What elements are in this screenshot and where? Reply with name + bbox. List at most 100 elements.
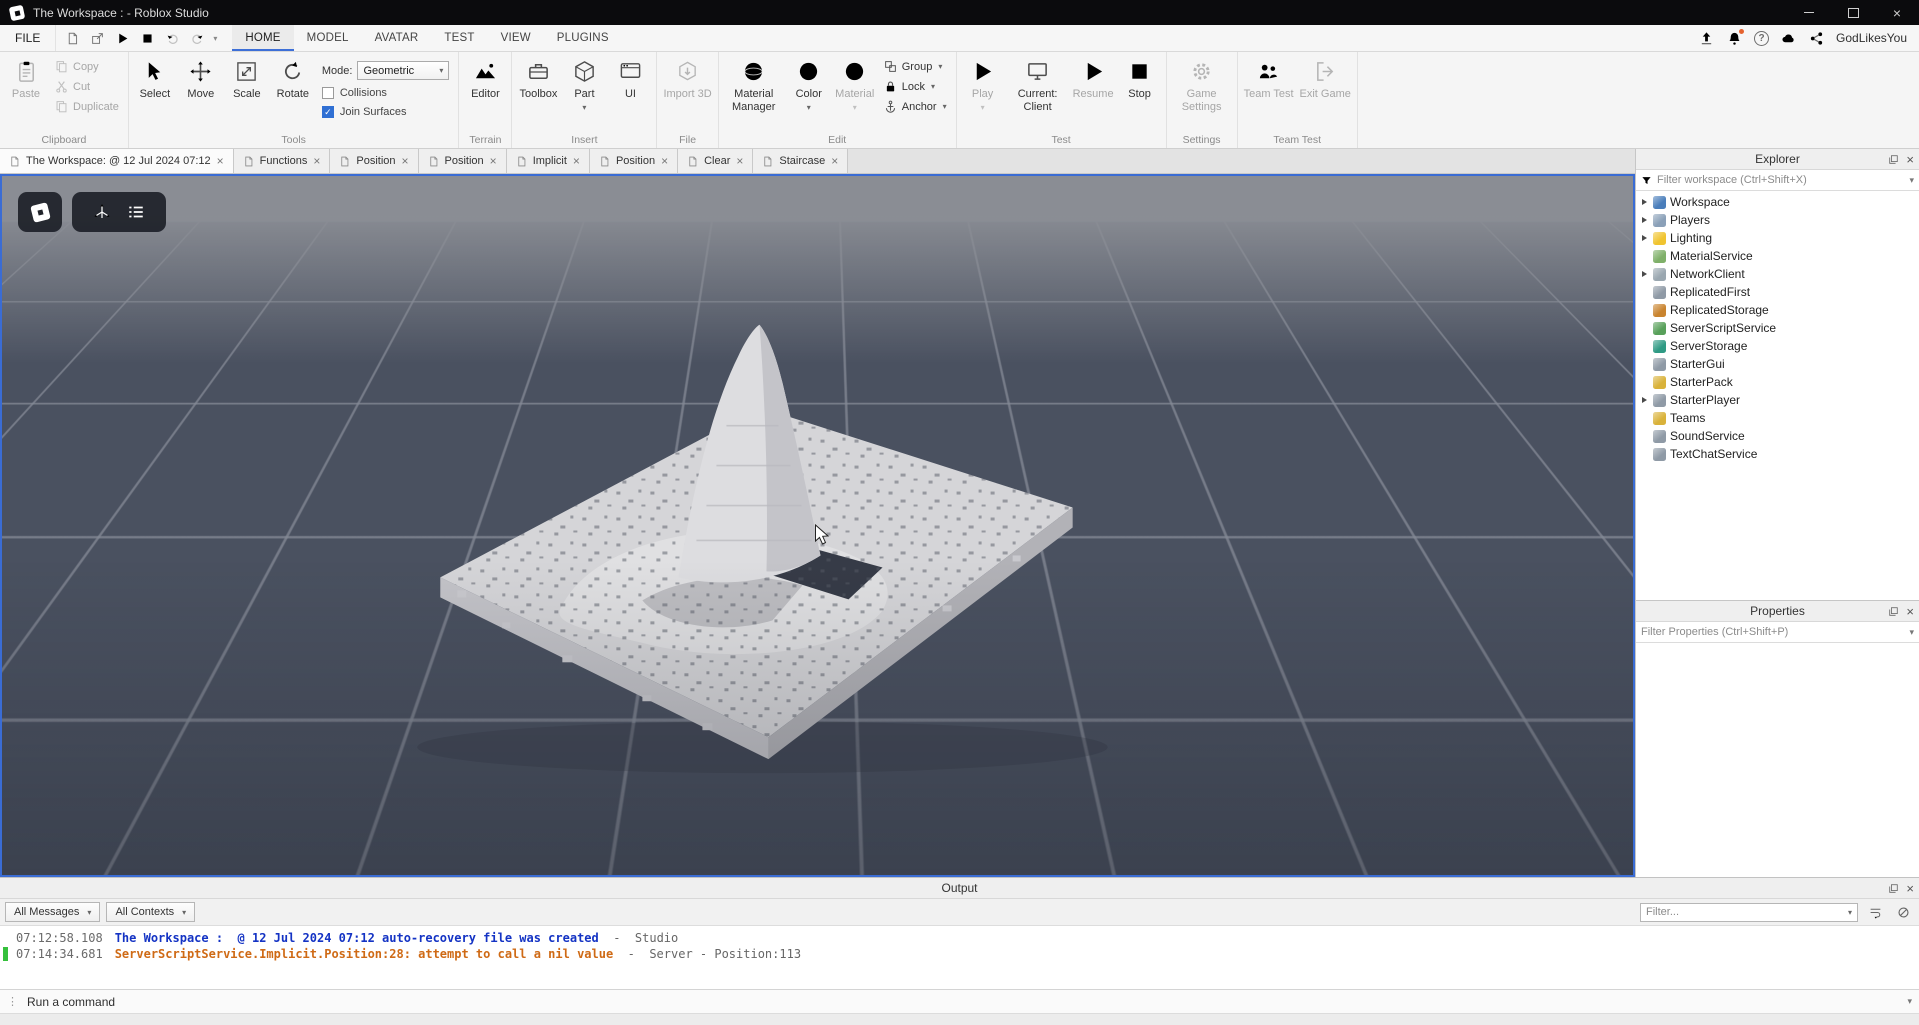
stop-quick-icon[interactable] xyxy=(135,27,159,49)
tree-item[interactable]: StarterPack xyxy=(1636,373,1919,391)
close-tab-icon[interactable]: × xyxy=(573,154,580,168)
import-3d-button[interactable]: Import 3D xyxy=(660,52,714,101)
publish-icon[interactable] xyxy=(1698,30,1715,47)
all-messages-dropdown[interactable]: All Messages ▾ xyxy=(5,902,101,922)
tree-item[interactable]: Workspace xyxy=(1636,193,1919,211)
properties-filter-input[interactable] xyxy=(1641,626,1905,638)
paste-button[interactable]: Paste xyxy=(3,52,49,101)
team-test-button[interactable]: Team Test xyxy=(1241,52,1297,101)
mode-dropdown[interactable]: Geometric ▾ xyxy=(357,61,450,80)
expand-arrow-icon[interactable] xyxy=(1640,199,1649,205)
play-quick-icon[interactable] xyxy=(110,27,134,49)
qat-customize-chevron-icon[interactable]: ▾ xyxy=(210,34,220,43)
open-icon[interactable] xyxy=(85,27,109,49)
chevron-down-icon[interactable]: ▾ xyxy=(943,102,947,111)
document-tab[interactable]: Staircase × xyxy=(753,149,849,173)
roblox-menu-button[interactable] xyxy=(18,192,62,232)
notifications-bell-icon[interactable] xyxy=(1726,28,1745,47)
ribbon-tab[interactable]: HOME xyxy=(232,25,294,51)
username-label[interactable]: GodLikesYou xyxy=(1836,31,1907,45)
close-panel-icon[interactable]: × xyxy=(1906,152,1914,167)
tree-item[interactable]: Players xyxy=(1636,211,1919,229)
copy-button[interactable]: Copy xyxy=(51,59,123,74)
close-tab-icon[interactable]: × xyxy=(490,154,497,168)
toolbox-button[interactable]: Toolbox xyxy=(515,52,561,101)
material-manager-button[interactable]: Material Manager xyxy=(722,52,786,113)
lock-button[interactable]: Lock ▾ xyxy=(880,79,951,94)
ribbon-tab[interactable]: PLUGINS xyxy=(544,25,622,51)
close-panel-icon[interactable]: × xyxy=(1906,604,1914,619)
tree-item[interactable]: StarterGui xyxy=(1636,355,1919,373)
float-panel-icon[interactable] xyxy=(1888,883,1899,894)
duplicate-button[interactable]: Duplicate xyxy=(51,99,123,114)
ribbon-tab[interactable]: AVATAR xyxy=(362,25,432,51)
tree-item[interactable]: ReplicatedFirst xyxy=(1636,283,1919,301)
close-tab-icon[interactable]: × xyxy=(831,154,838,168)
chevron-down-icon[interactable]: ▾ xyxy=(1848,908,1852,917)
group-button[interactable]: Group ▾ xyxy=(880,59,951,74)
new-script-icon[interactable] xyxy=(60,27,84,49)
close-tab-icon[interactable]: × xyxy=(402,154,409,168)
chevron-down-icon[interactable]: ▾ xyxy=(582,103,586,112)
close-tab-icon[interactable]: × xyxy=(313,154,320,168)
properties-header[interactable]: Properties × xyxy=(1636,601,1919,622)
output-filter-input[interactable] xyxy=(1646,906,1844,918)
chevron-down-icon[interactable]: ▾ xyxy=(1909,627,1914,638)
chevron-down-icon[interactable]: ▾ xyxy=(853,103,857,112)
ui-button[interactable]: UI xyxy=(607,52,653,101)
viewport-3d[interactable] xyxy=(0,174,1635,877)
close-tab-icon[interactable]: × xyxy=(736,154,743,168)
redo-icon[interactable] xyxy=(185,27,209,49)
share-icon[interactable] xyxy=(1808,30,1825,47)
terrain-editor-button[interactable]: Editor xyxy=(462,52,508,101)
float-panel-icon[interactable] xyxy=(1888,606,1899,617)
command-input[interactable] xyxy=(27,994,1899,1009)
document-tab[interactable]: Position × xyxy=(418,149,507,173)
expand-arrow-icon[interactable] xyxy=(1640,397,1649,403)
resume-button[interactable]: Resume xyxy=(1070,52,1117,101)
help-icon[interactable]: ? xyxy=(1754,30,1770,46)
tree-item[interactable]: SoundService xyxy=(1636,427,1919,445)
join-surfaces-checkbox[interactable]: ✓ xyxy=(321,106,334,118)
tree-item[interactable]: ServerScriptService xyxy=(1636,319,1919,337)
tree-item[interactable]: TextChatService xyxy=(1636,445,1919,463)
document-tab[interactable]: Clear × xyxy=(678,149,754,173)
exit-game-button[interactable]: Exit Game xyxy=(1297,52,1354,101)
color-button[interactable]: Color ▾ xyxy=(786,52,832,112)
ribbon-tab[interactable]: MODEL xyxy=(294,25,362,51)
chevron-down-icon[interactable]: ▾ xyxy=(981,103,985,112)
expand-arrow-icon[interactable] xyxy=(1640,271,1649,277)
collisions-checkbox-row[interactable]: Collisions xyxy=(321,87,450,99)
document-tab[interactable]: Functions × xyxy=(233,149,331,173)
float-panel-icon[interactable] xyxy=(1888,154,1899,165)
close-window-button[interactable]: × xyxy=(1875,0,1919,25)
word-wrap-icon[interactable] xyxy=(1864,902,1886,922)
drag-grip-icon[interactable]: ⋮ xyxy=(7,995,18,1008)
ribbon-tab[interactable]: VIEW xyxy=(488,25,544,51)
anchor-button[interactable]: Anchor ▾ xyxy=(880,99,951,114)
tree-item[interactable]: NetworkClient xyxy=(1636,265,1919,283)
tree-item[interactable]: Lighting xyxy=(1636,229,1919,247)
minimize-button[interactable] xyxy=(1787,0,1831,25)
tree-item[interactable]: ServerStorage xyxy=(1636,337,1919,355)
clear-output-icon[interactable] xyxy=(1892,902,1914,922)
move-gizmo-icon[interactable] xyxy=(93,203,111,221)
expand-arrow-icon[interactable] xyxy=(1640,217,1649,223)
chevron-down-icon[interactable]: ▾ xyxy=(1907,996,1912,1007)
chevron-down-icon[interactable]: ▾ xyxy=(1909,175,1914,186)
chevron-down-icon[interactable]: ▾ xyxy=(807,103,811,112)
document-tab[interactable]: Implicit × xyxy=(506,149,590,173)
join-surfaces-checkbox-row[interactable]: ✓ Join Surfaces xyxy=(321,106,450,118)
tree-item[interactable]: ReplicatedStorage xyxy=(1636,301,1919,319)
current-client-button[interactable]: Current: Client xyxy=(1006,52,1070,113)
document-tab[interactable]: Position × xyxy=(589,149,679,173)
tree-item[interactable]: Teams xyxy=(1636,409,1919,427)
material-button[interactable]: Material ▾ xyxy=(832,52,878,112)
close-panel-icon[interactable]: × xyxy=(1906,881,1914,896)
scale-tool-button[interactable]: Scale xyxy=(224,52,270,101)
cloud-sync-icon[interactable] xyxy=(1780,30,1797,47)
all-contexts-dropdown[interactable]: All Contexts ▾ xyxy=(106,902,196,922)
select-tool-button[interactable]: Select xyxy=(132,52,178,101)
ribbon-tab[interactable]: TEST xyxy=(431,25,487,51)
expand-arrow-icon[interactable] xyxy=(1640,235,1649,241)
